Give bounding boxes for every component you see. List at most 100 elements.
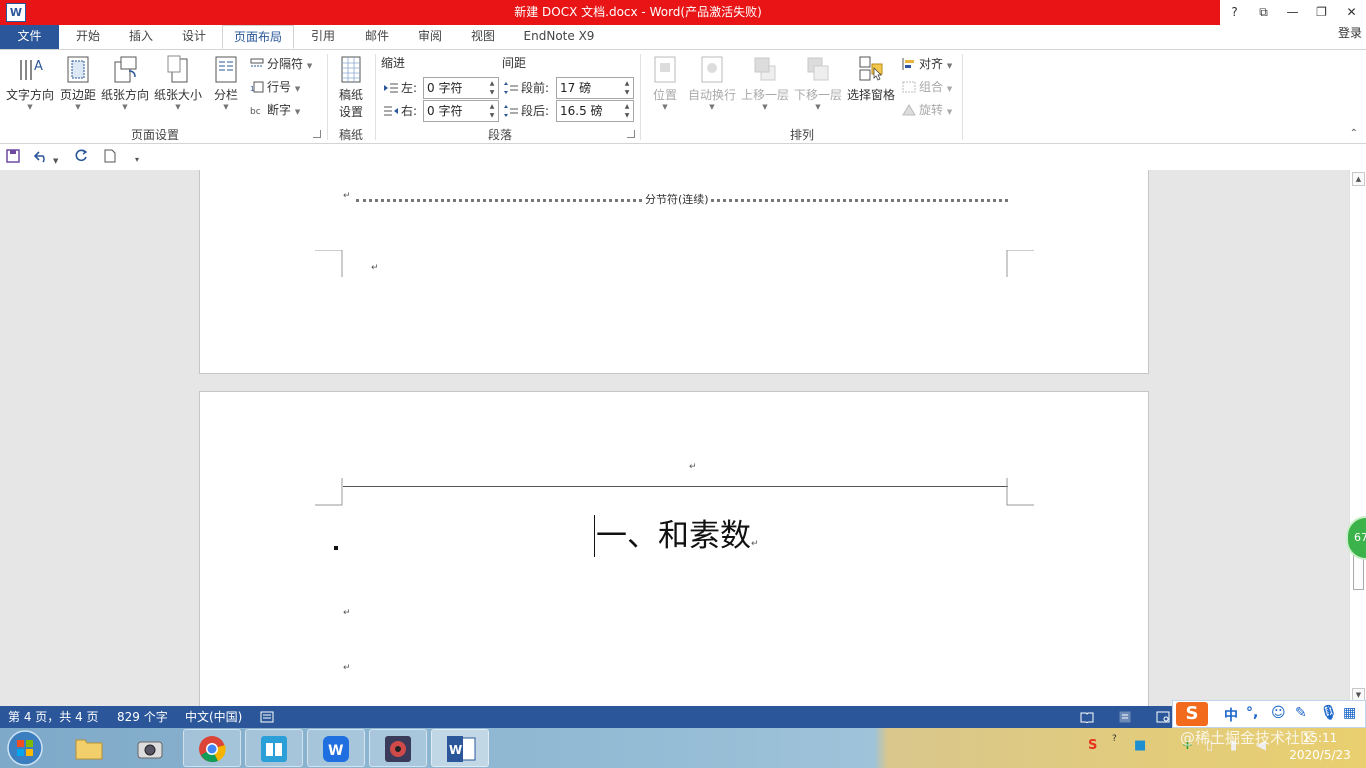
- spinner-arrows-icon[interactable]: ▲ ▼: [488, 102, 496, 120]
- page-break-icon: [250, 58, 264, 67]
- login-link[interactable]: 登录: [1338, 25, 1362, 41]
- page-setup-dialog-launcher[interactable]: [313, 130, 321, 138]
- spacing-label: 间距: [502, 56, 527, 70]
- sogou-logo[interactable]: S: [1176, 702, 1208, 726]
- help-button[interactable]: ?: [1220, 0, 1249, 25]
- handwriting-icon[interactable]: ✎: [1295, 705, 1307, 721]
- indent-left-input[interactable]: 0 字符 ▲ ▼: [423, 77, 499, 99]
- tab-insert[interactable]: 插入: [116, 25, 166, 49]
- close-button[interactable]: ✕: [1337, 0, 1366, 25]
- align-icon: [902, 58, 914, 70]
- camera-icon: [137, 741, 163, 759]
- document-page[interactable]: ↵ 分节符(连续) ↵: [199, 170, 1149, 374]
- bring-forward-button[interactable]: 上移一层 ▼: [740, 54, 790, 111]
- position-button[interactable]: 位置 ▼: [647, 54, 683, 111]
- tab-references[interactable]: 引用: [298, 25, 348, 49]
- align-button[interactable]: 对齐 ▼: [902, 54, 952, 74]
- wrap-text-button[interactable]: 自动换行 ▼: [686, 54, 738, 111]
- columns-button[interactable]: 分栏 ▼: [207, 54, 245, 111]
- customize-toolbar-icon[interactable]: ▾: [135, 152, 139, 168]
- reader-tray-icon[interactable]: ■: [1134, 738, 1146, 753]
- hyphenation-button[interactable]: bc 断字 ▼: [250, 100, 300, 120]
- spacing-after-input[interactable]: 16.5 磅 ▲ ▼: [556, 100, 634, 122]
- taskbar-wps[interactable]: W: [307, 729, 365, 767]
- language-indicator[interactable]: 中文(中国): [185, 706, 242, 728]
- scroll-up-icon[interactable]: ▲: [1352, 172, 1365, 186]
- minimize-button[interactable]: —: [1278, 0, 1307, 25]
- restore-button[interactable]: ❐: [1307, 0, 1336, 25]
- read-mode-icon[interactable]: [1080, 711, 1094, 723]
- folder-icon: [75, 739, 103, 760]
- chevron-down-icon: ▼: [815, 103, 821, 111]
- taskbar-file-explorer[interactable]: [60, 729, 118, 767]
- chevron-down-icon: ▼: [75, 103, 81, 111]
- document-page[interactable]: ↵ 一、和素数↵ ↵ ↵: [199, 391, 1149, 706]
- tab-review[interactable]: 审阅: [405, 25, 455, 49]
- line-numbers-button[interactable]: 1 行号 ▼: [250, 77, 300, 97]
- taskbar-reader-app[interactable]: [245, 729, 303, 767]
- svg-text:bc: bc: [250, 107, 261, 116]
- group-icon: [902, 81, 916, 93]
- send-backward-button[interactable]: 下移一层 ▼: [793, 54, 843, 111]
- indent-label: 缩进: [381, 56, 406, 70]
- text-direction-icon: A: [20, 59, 43, 80]
- redo-icon[interactable]: [74, 149, 88, 163]
- collapse-ribbon-icon[interactable]: ⌃: [1350, 128, 1358, 139]
- chevron-down-icon: ▼: [27, 103, 33, 111]
- tab-file[interactable]: 文件: [0, 25, 59, 49]
- taskbar-media-app[interactable]: [369, 729, 427, 767]
- toolbox-icon[interactable]: ▦: [1343, 705, 1356, 721]
- tray-overflow-icon[interactable]: ?: [1112, 734, 1117, 744]
- spinner-arrows-icon[interactable]: ▲ ▼: [623, 102, 631, 120]
- ribbon-tabs: 文件 开始 插入 设计 页面布局 引用 邮件 审阅 视图 EndNote X9 …: [0, 25, 1366, 49]
- paper-size-button[interactable]: 纸张大小 ▼: [152, 54, 204, 111]
- word-icon: W: [447, 736, 476, 762]
- taskbar-word[interactable]: W: [431, 729, 489, 767]
- breaks-button[interactable]: 分隔符 ▼: [250, 54, 312, 74]
- page-count[interactable]: 第 4 页，共 4 页: [8, 706, 99, 728]
- manuscript-settings-button[interactable]: 稿纸 设置: [333, 54, 369, 120]
- web-layout-icon[interactable]: [1156, 711, 1170, 723]
- spacing-before-input[interactable]: 17 磅 ▲ ▼: [556, 77, 634, 99]
- chevron-down-icon: ▼: [762, 103, 768, 111]
- spinner-arrows-icon[interactable]: ▲ ▼: [623, 79, 631, 97]
- ime-mode-toggle[interactable]: 中: [1224, 705, 1238, 725]
- emoji-icon[interactable]: ☺: [1271, 705, 1286, 721]
- new-document-icon[interactable]: [104, 149, 116, 163]
- tab-page-layout[interactable]: 页面布局: [222, 25, 294, 49]
- tab-design[interactable]: 设计: [168, 25, 220, 49]
- heading-text[interactable]: 一、和素数↵: [596, 516, 759, 564]
- start-button-icon[interactable]: [4, 728, 46, 768]
- orientation-button[interactable]: 纸张方向 ▼: [100, 54, 150, 111]
- vertical-scrollbar[interactable]: ▲ ▼: [1349, 170, 1366, 706]
- undo-dropdown-icon[interactable]: ▼: [53, 153, 58, 169]
- taskbar-camera-app[interactable]: [121, 729, 179, 767]
- selection-pane-button[interactable]: 选择窗格: [846, 54, 896, 103]
- ribbon-display-options-button[interactable]: ⧉: [1249, 0, 1278, 25]
- wps-icon: W: [323, 736, 349, 762]
- group-separator: [640, 54, 641, 140]
- group-objects-button[interactable]: 组合 ▼: [902, 77, 952, 97]
- punctuation-icon[interactable]: °,: [1246, 705, 1258, 721]
- word-count[interactable]: 829 个字: [117, 706, 168, 728]
- sogou-tray-icon[interactable]: S: [1088, 738, 1097, 753]
- rotate-button[interactable]: 旋转 ▼: [902, 100, 952, 120]
- tab-home[interactable]: 开始: [62, 25, 114, 49]
- text-direction-button[interactable]: A 文字方向 ▼: [4, 54, 56, 111]
- tab-mailings[interactable]: 邮件: [352, 25, 402, 49]
- line-numbers-icon: 1: [250, 81, 264, 93]
- taskbar-chrome[interactable]: [183, 729, 241, 767]
- indent-right-input[interactable]: 0 字符 ▲ ▼: [423, 100, 499, 122]
- paragraph-group-label: 段落: [487, 128, 512, 142]
- tab-endnote[interactable]: EndNote X9: [512, 25, 606, 49]
- paragraph-dialog-launcher[interactable]: [627, 130, 635, 138]
- microphone-icon[interactable]: 🎙: [1320, 705, 1338, 721]
- save-icon[interactable]: [6, 149, 20, 163]
- spinner-arrows-icon[interactable]: ▲ ▼: [488, 79, 496, 97]
- print-layout-icon[interactable]: [1118, 711, 1132, 723]
- undo-icon[interactable]: [34, 149, 50, 163]
- macro-recording-icon[interactable]: [260, 711, 274, 723]
- margins-button[interactable]: 页边距 ▼: [58, 54, 98, 111]
- document-area[interactable]: ↵ 分节符(连续) ↵ ↵ 一、和素数↵ ↵ ↵: [0, 170, 1349, 706]
- tab-view[interactable]: 视图: [458, 25, 508, 49]
